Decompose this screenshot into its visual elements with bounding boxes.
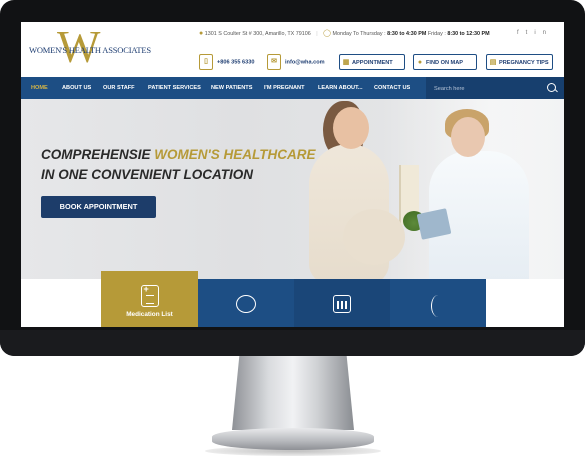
clock-icon: ◯ [323,30,331,37]
nav-item-contact-us[interactable]: CONTACT US [374,77,410,99]
email-address: info@wha.com [285,59,325,66]
service-tile-3[interactable] [294,279,390,327]
hours-label-weekday: Monday To Thursday : [332,31,386,37]
find-on-map-label: FIND ON MAP [426,60,463,66]
nav-item-im-pregnant[interactable]: I'M PREGNANT [264,77,305,99]
medication-list-icon [140,284,159,307]
find-on-map-button[interactable]: ● FIND ON MAP [413,54,477,70]
nav-item-our-staff[interactable]: OUR STAFF [103,77,135,99]
hero-headline-highlight: WOMEN'S HEALTHCARE [154,147,316,162]
phone-contact[interactable]: ▯ +806 355 6330 [199,54,255,70]
email-contact[interactable]: ✉ info@wha.com [267,54,325,70]
phone-icon: ▯ [199,54,213,70]
map-pin-icon: ● [417,59,423,66]
site-logo[interactable]: W WOMEN'S HEALTH ASSOCIATES [29,24,154,72]
linkedin-icon[interactable]: in [534,30,553,36]
hours-label-friday: Friday : [427,31,446,37]
hero-headline-line-1: COMPREHENSIE WOMEN'S HEALTHCARE [41,147,316,162]
hero-photo-doctor-head [451,117,485,157]
hero-headline-prefix: COMPREHENSIE [41,147,151,162]
baby-icon [236,295,256,313]
hero-headline-line-2: IN ONE CONVENIENT LOCATION [41,167,254,182]
pregnancy-tips-label: PREGNANCY TIPS [499,60,549,66]
nav-item-about-us[interactable]: ABOUT US [62,77,91,99]
appointment-button[interactable]: ▦ APPOINTMENT [339,54,405,70]
monitor-chin [0,330,585,356]
monitor-stand [232,356,354,430]
facebook-icon[interactable]: f [517,30,526,36]
hero-banner: COMPREHENSIE WOMEN'S HEALTHCARE IN ONE C… [21,99,564,279]
site-header: W WOMEN'S HEALTH ASSOCIATES ● 1301 S Cou… [21,22,564,77]
monitor-stand-base [212,428,374,450]
nav-item-home[interactable]: HOME [31,77,48,99]
document-icon: ▤ [489,59,497,66]
service-tile-label: Medication List [126,311,173,318]
service-tile-medication-list[interactable]: Medication List [101,271,198,327]
service-tile-2[interactable] [198,279,294,327]
mail-icon: ✉ [267,54,281,70]
calendar-icon: ▦ [342,59,350,66]
address-text: 1301 S Coulter St # 300, Amarillo, TX 79… [204,31,311,37]
website-screen: W WOMEN'S HEALTH ASSOCIATES ● 1301 S Cou… [21,22,564,327]
hours-value-friday: 8:30 to 12:30 PM [447,31,490,37]
nav-item-learn-about[interactable]: LEARN ABOUT... [318,77,363,99]
services-strip: Medication List [21,271,564,327]
social-links: ftin [517,30,553,36]
main-navigation: HOME ABOUT US OUR STAFF PATIENT SERVICES… [21,77,564,99]
nav-item-new-patients[interactable]: NEW PATIENTS [211,77,252,99]
nav-item-patient-services[interactable]: PATIENT SERVICES [148,77,201,99]
location-pin-icon: ● [199,30,204,37]
service-tile-4[interactable] [390,279,486,327]
pregnancy-icon [431,295,445,317]
appointment-label: APPOINTMENT [352,60,393,66]
hero-photo-patient-belly [343,209,405,265]
search-box [426,77,564,99]
search-icon[interactable] [547,83,556,92]
search-input[interactable] [432,82,546,96]
logo-text: WOMEN'S HEALTH ASSOCIATES [29,45,151,55]
hours-value-weekday: 8:30 to 4:30 PM [387,31,427,37]
pregnancy-tips-button[interactable]: ▤ PREGNANCY TIPS [486,54,553,70]
top-info-bar: ● 1301 S Coulter St # 300, Amarillo, TX … [199,29,490,37]
phone-number: +806 355 6330 [217,59,255,66]
calendar-icon [333,295,351,313]
book-appointment-button[interactable]: BOOK APPOINTMENT [41,196,156,218]
divider: | [316,31,318,37]
hero-photo-patient-head [333,107,369,149]
